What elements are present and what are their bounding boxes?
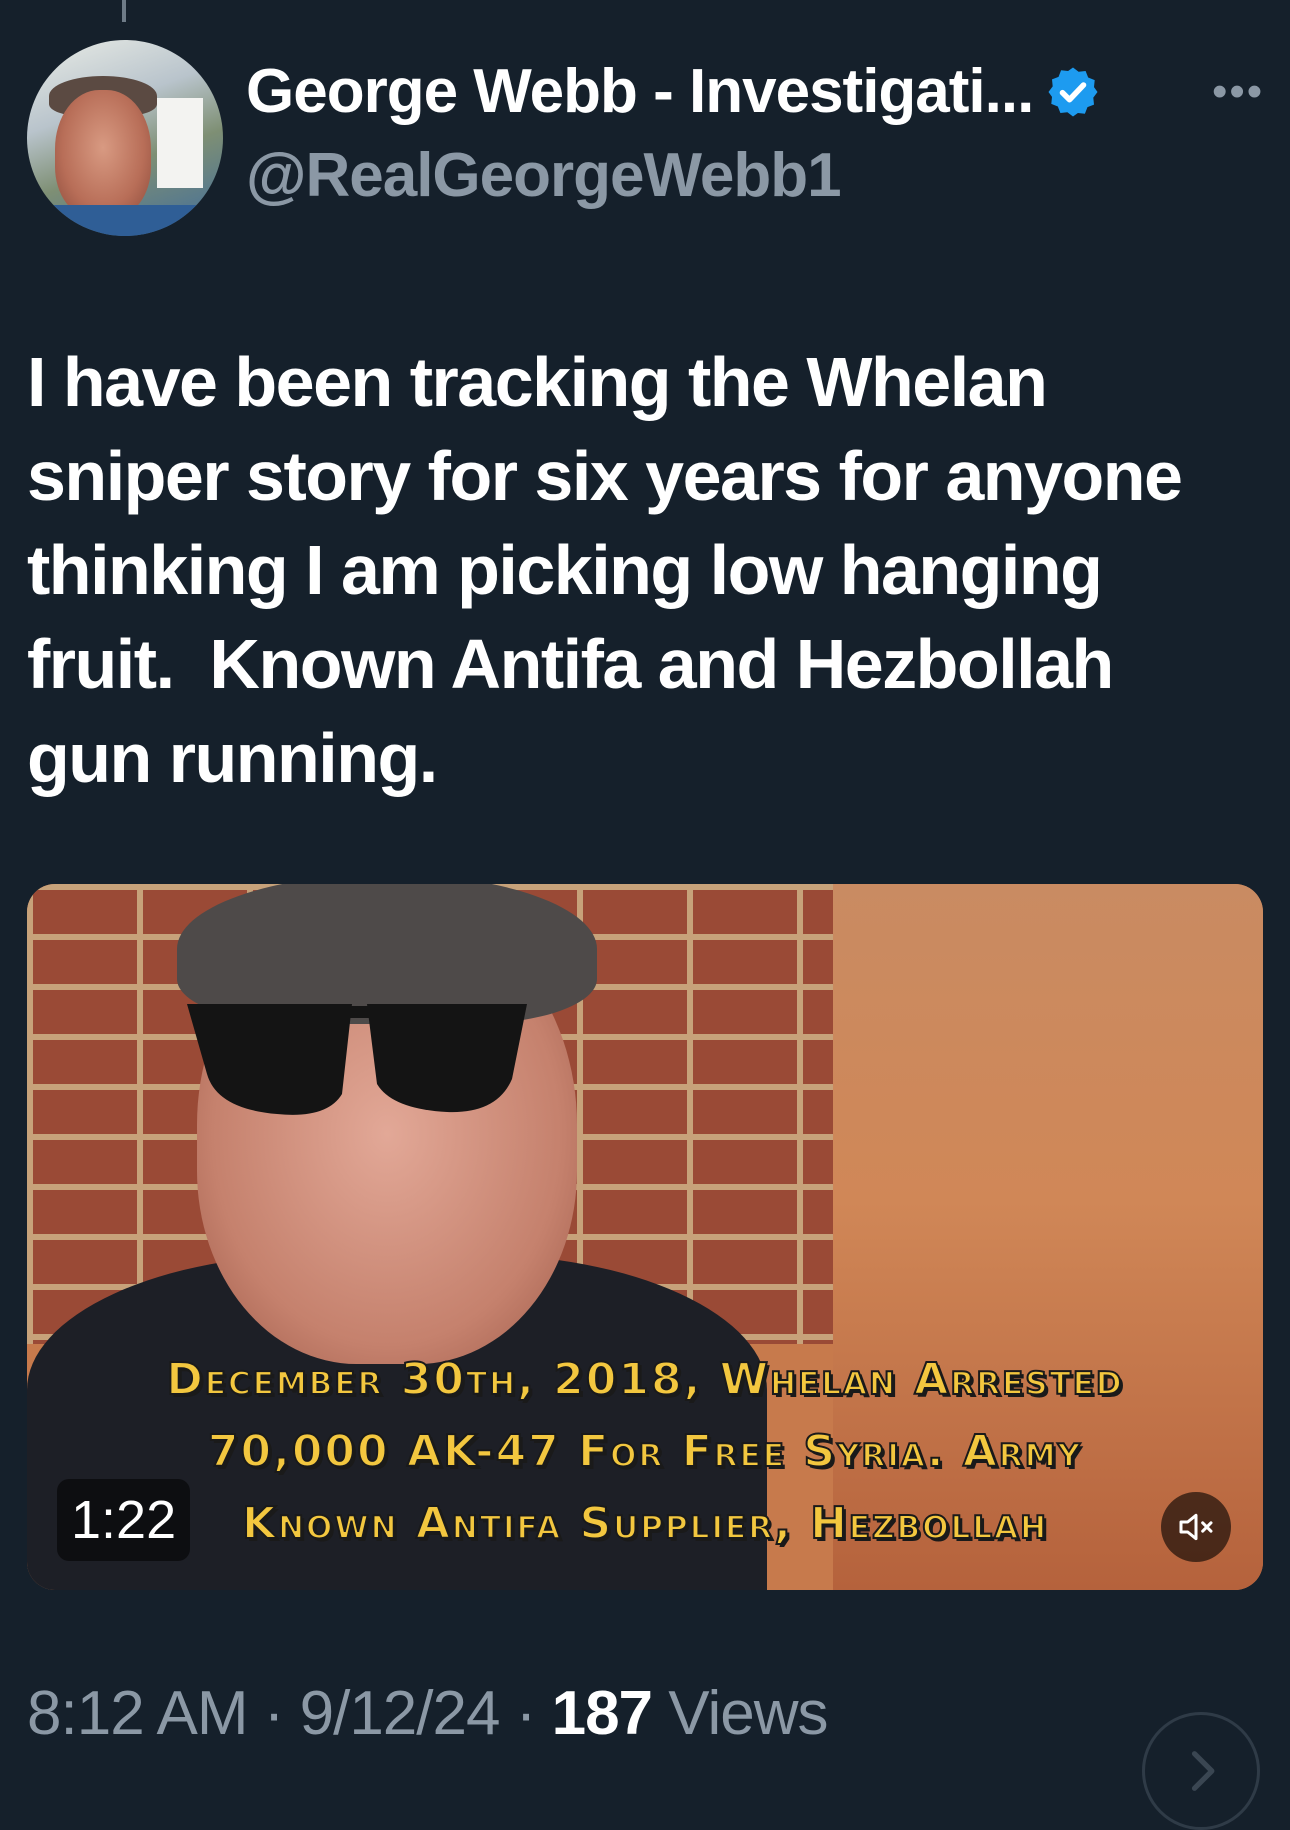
- author-display-name[interactable]: George Webb - Investigati...: [246, 56, 1034, 127]
- chevron-right-icon: [1191, 1751, 1215, 1791]
- avatar-face: [55, 90, 151, 218]
- thread-connector-line: [122, 0, 126, 22]
- meta-separator: ·: [515, 1679, 537, 1748]
- tweet-date[interactable]: 9/12/24: [300, 1679, 501, 1748]
- mute-button[interactable]: [1161, 1492, 1231, 1562]
- video-caption-line: December 30th, 2018, Whelan Arrested: [165, 1353, 1124, 1406]
- views-label: Views: [668, 1679, 828, 1748]
- tweet-meta: 8:12 AM · 9/12/24 · 187 Views: [27, 1678, 829, 1749]
- author-handle[interactable]: @RealGeorgeWebb1: [246, 140, 842, 211]
- avatar-shirt: [37, 205, 217, 236]
- video-caption-line: Known Antifa Supplier, Hezbollah: [241, 1497, 1049, 1550]
- avatar-background-building: [157, 98, 203, 188]
- tweet-time[interactable]: 8:12 AM: [27, 1679, 248, 1748]
- speaker-muted-icon: [1179, 1513, 1213, 1541]
- video-caption: December 30th, 2018, Whelan Arrested 70,…: [27, 1344, 1263, 1560]
- scroll-next-button[interactable]: [1142, 1712, 1260, 1830]
- views-count: 187: [551, 1679, 653, 1748]
- verified-badge-icon: [1048, 67, 1098, 116]
- video-player[interactable]: December 30th, 2018, Whelan Arrested 70,…: [27, 884, 1263, 1590]
- video-duration-badge: 1:22: [57, 1479, 191, 1561]
- sunglasses-icon: [187, 1004, 527, 1115]
- avatar[interactable]: [27, 40, 223, 236]
- meta-separator: ·: [263, 1679, 285, 1748]
- more-options-icon[interactable]: •••: [1212, 70, 1264, 114]
- tweet-text: I have been tracking the Whelan sniper s…: [27, 343, 1183, 797]
- video-caption-line: 70,000 AK-47 For Free Syria. Army: [207, 1425, 1083, 1478]
- author-name-row[interactable]: George Webb - Investigati...: [246, 56, 1101, 127]
